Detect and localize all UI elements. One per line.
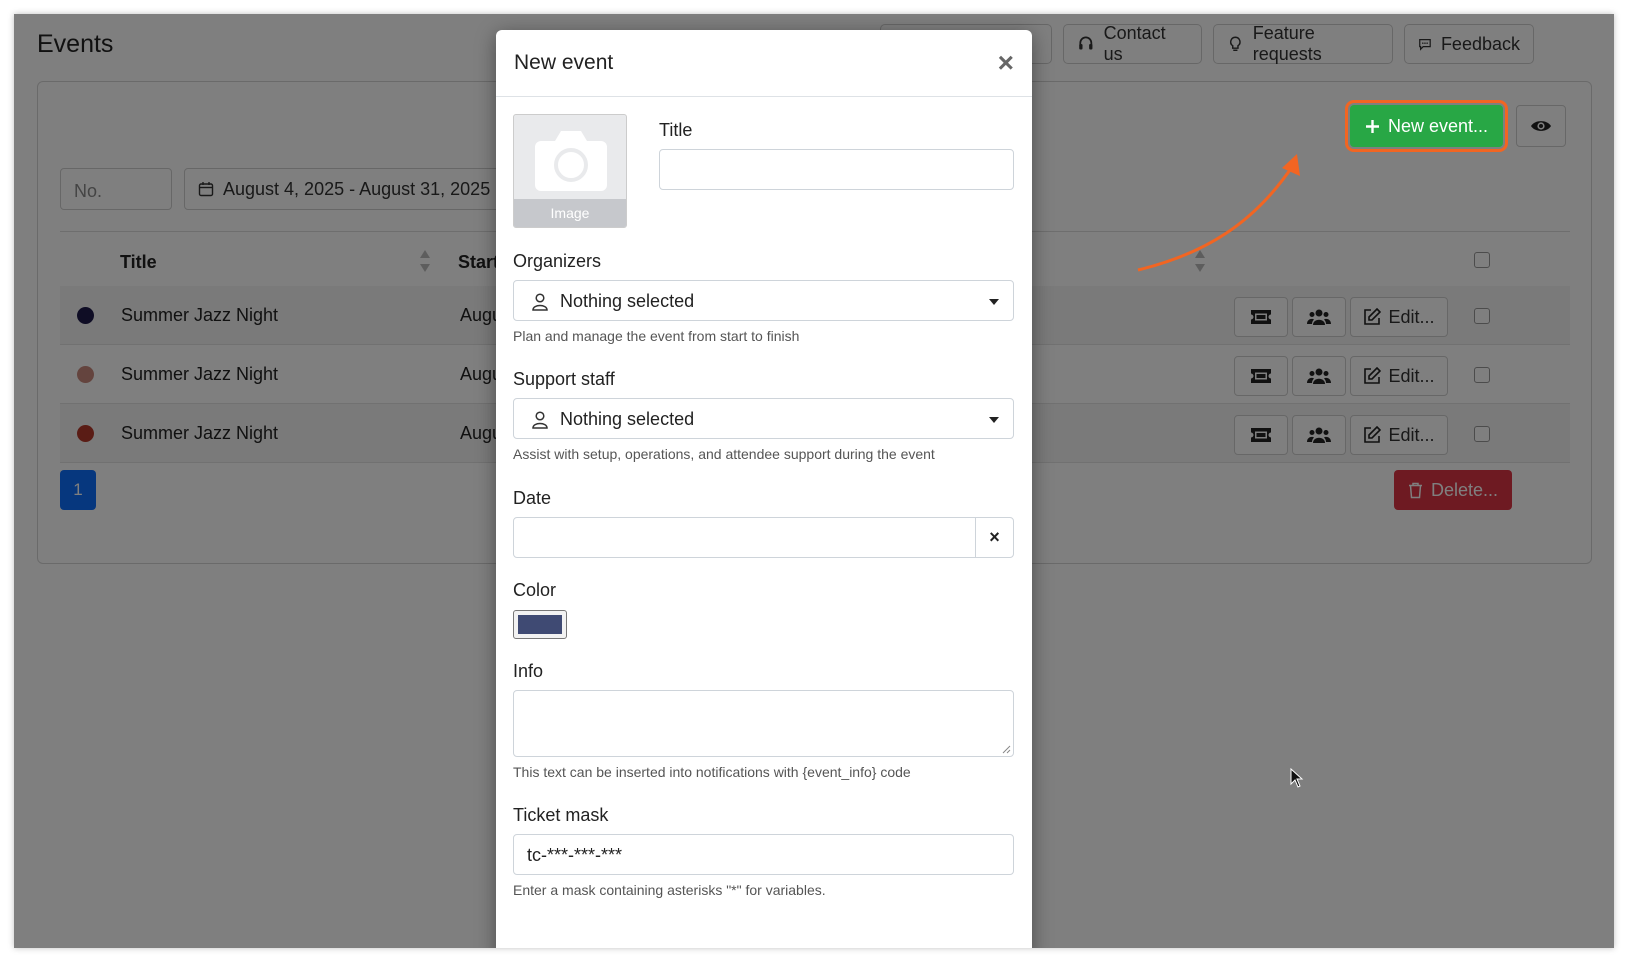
modal-title: New event <box>514 51 614 74</box>
clear-date-button[interactable]: × <box>975 518 1013 557</box>
color-swatch <box>518 615 562 634</box>
organizers-value: Nothing selected <box>560 291 695 311</box>
modal-header: New event × <box>496 30 1032 97</box>
date-input[interactable]: × <box>513 517 1014 558</box>
camera-icon <box>535 131 607 191</box>
mouse-cursor-icon <box>1290 768 1304 788</box>
new-event-button[interactable]: New event... <box>1345 100 1508 152</box>
app-window: Events Contact us Feature requests Feedb… <box>14 14 1614 948</box>
title-label: Title <box>659 120 693 140</box>
organizers-select[interactable]: Nothing selected <box>513 280 1014 321</box>
chevron-down-icon <box>989 417 999 423</box>
support-staff-value: Nothing selected <box>560 409 695 429</box>
support-staff-select[interactable]: Nothing selected <box>513 398 1014 439</box>
person-icon <box>532 410 548 429</box>
color-label: Color <box>513 580 557 600</box>
image-label: Image <box>514 199 626 227</box>
ticket-mask-input[interactable]: tc-***-***-*** <box>513 834 1014 875</box>
ticket-mask-label: Ticket mask <box>513 805 609 825</box>
organizers-label: Organizers <box>513 251 602 271</box>
chevron-down-icon <box>989 299 999 305</box>
annotation-arrow-icon <box>1137 154 1300 272</box>
organizers-hint: Plan and manage the event from start to … <box>513 328 800 344</box>
resize-handle-icon[interactable] <box>1002 745 1011 754</box>
color-picker[interactable] <box>513 610 567 639</box>
info-hint: This text can be inserted into notificat… <box>513 764 911 780</box>
date-label: Date <box>513 488 552 508</box>
support-staff-hint: Assist with setup, operations, and atten… <box>513 446 935 462</box>
plus-icon <box>1365 119 1379 133</box>
close-icon[interactable]: × <box>998 49 1014 77</box>
info-textarea[interactable] <box>513 690 1014 757</box>
new-event-label: New event... <box>1387 115 1489 136</box>
support-staff-label: Support staff <box>513 369 615 389</box>
info-label: Info <box>513 661 544 681</box>
title-input[interactable] <box>659 149 1014 190</box>
person-icon <box>532 292 548 311</box>
new-event-modal: New event × Image Title Organizers Nothi… <box>496 30 1032 948</box>
close-icon: × <box>989 527 1000 547</box>
image-upload[interactable]: Image <box>513 114 627 228</box>
ticket-mask-hint: Enter a mask containing asterisks "*" fo… <box>513 882 826 898</box>
